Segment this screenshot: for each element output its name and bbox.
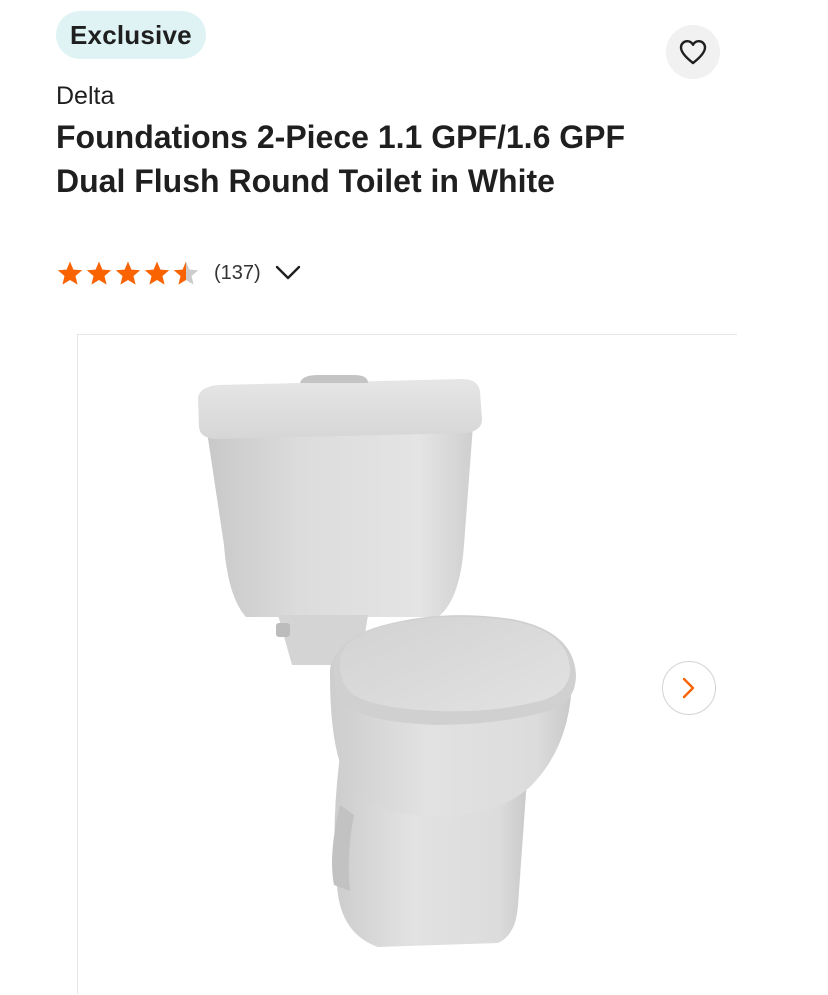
next-image-button[interactable]	[662, 661, 716, 715]
chevron-down-icon	[275, 265, 301, 281]
star-icon	[173, 261, 199, 285]
product-title: Foundations 2-Piece 1.1 GPF/1.6 GPF Dual…	[56, 119, 626, 199]
heart-icon	[679, 40, 707, 65]
review-count: (137)	[214, 261, 261, 284]
star-icon	[144, 261, 170, 285]
product-image	[198, 375, 576, 947]
star-icon	[115, 261, 141, 285]
rating-summary[interactable]: (137)	[56, 255, 301, 291]
exclusive-badge: Exclusive	[56, 11, 206, 59]
exclusive-badge-label: Exclusive	[70, 19, 192, 50]
star-rating	[56, 260, 200, 287]
chevron-right-icon	[682, 677, 695, 699]
star-icon	[86, 261, 112, 285]
star-icon	[57, 261, 83, 285]
brand-name[interactable]: Delta	[56, 82, 114, 111]
favorite-button[interactable]	[666, 25, 720, 79]
product-image-gallery[interactable]	[77, 334, 737, 994]
